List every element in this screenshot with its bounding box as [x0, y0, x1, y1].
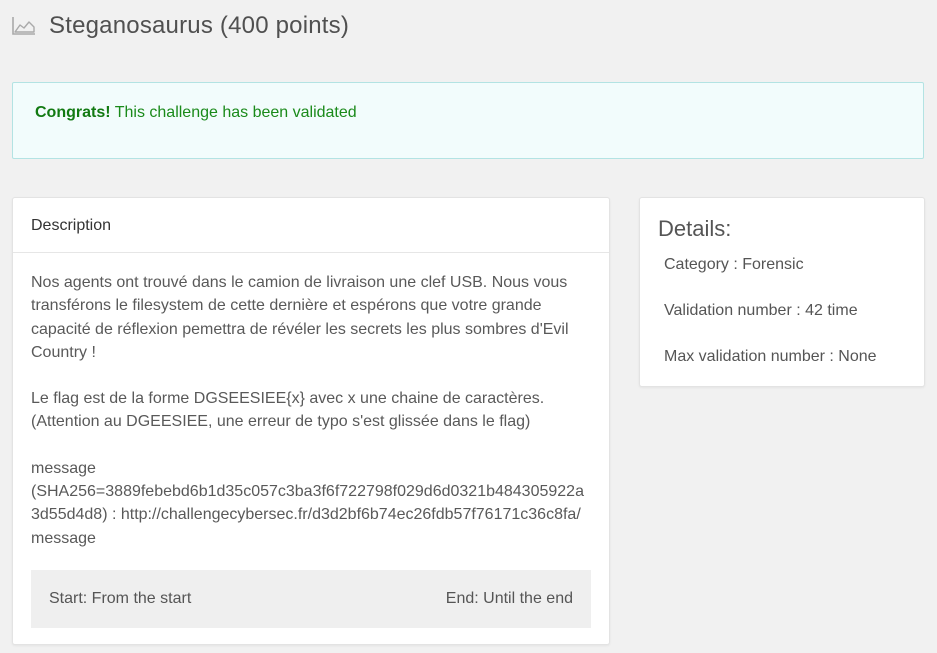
description-body: Nos agents ont trouvé dans le camion de …: [13, 253, 609, 550]
page-header: Steganosaurus (400 points): [11, 12, 349, 40]
start-label: Start: From the start: [49, 590, 192, 607]
success-alert: Congrats! This challenge has been valida…: [12, 82, 924, 159]
message-block: message (SHA256=3889febebd6b1d35c057c3ba…: [31, 459, 584, 547]
details-card: Details: Category : Forensic Validation …: [639, 197, 925, 387]
category-row: Category : Forensic: [664, 256, 804, 273]
message-link[interactable]: http://challengecybersec.fr/d3d2bf6b74ec…: [31, 506, 581, 546]
max-validation-row: Max validation number : None: [664, 348, 877, 365]
end-label: End: Until the end: [445, 590, 573, 607]
description-card: Description Nos agents ont trouvé dans l…: [12, 197, 610, 645]
challenge-period: Start: From the start End: Until the end: [31, 570, 591, 628]
message-label: message: [31, 459, 96, 477]
description-paragraph: Le flag est de la forme DGSEESIEE{x} ave…: [31, 390, 545, 431]
description-paragraph: Nos agents ont trouvé dans le camion de …: [31, 274, 569, 361]
details-title: Details:: [658, 216, 732, 241]
area-chart-icon: [12, 17, 35, 35]
alert-text: This challenge has been validated: [110, 104, 357, 121]
page-title: Steganosaurus (400 points): [49, 12, 350, 39]
validation-number-row: Validation number : 42 time: [664, 302, 858, 319]
description-header: Description: [13, 198, 609, 253]
alert-strong: Congrats!: [35, 104, 111, 121]
